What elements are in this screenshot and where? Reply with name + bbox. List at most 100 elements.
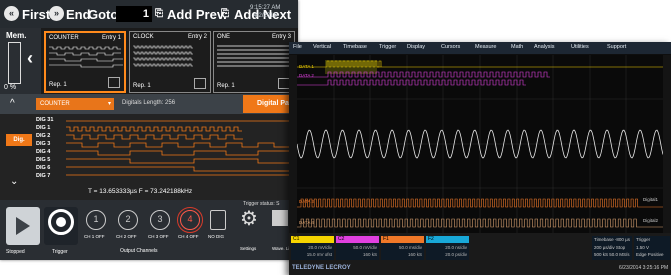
entry-index: Entry 1 bbox=[101, 35, 121, 41]
gear-icon[interactable]: ⚙ bbox=[240, 206, 258, 231]
timebase-value: 500 kS 50.0 MS/s bbox=[594, 252, 630, 257]
trace-label: DATA 1 bbox=[299, 64, 314, 69]
ch3-caption: CH 3 OFF bbox=[148, 234, 169, 239]
first-icon[interactable]: « bbox=[4, 6, 19, 21]
memory-title: Mem. bbox=[6, 31, 27, 40]
channel-box-c2[interactable]: C2 50.0 mV/div 160 kS bbox=[336, 236, 379, 260]
clock: 9:15:27 AM 4/2/2016 bbox=[250, 4, 280, 20]
channel-box-f2[interactable]: F2 20.0 ns/div 20.0 ps/div bbox=[426, 236, 469, 260]
goto-input[interactable]: 1 bbox=[116, 6, 152, 22]
menu-analysis[interactable]: Analysis bbox=[534, 44, 554, 50]
no-dig-caption: NO DIG bbox=[208, 234, 225, 239]
pattern-select[interactable]: COUNTER ▾ bbox=[36, 98, 114, 110]
status-bar: Trigger status: S 1 2 3 4 ⚙ CH 1 OFF CH … bbox=[0, 200, 298, 260]
channel-box-f1[interactable]: F1 50.0 ms/div 160 kS bbox=[381, 236, 424, 260]
scope-menu-bar: File Vertical Timebase Trigger Display C… bbox=[289, 42, 671, 54]
channel-box-c1[interactable]: C1 20.0 mV/div 15.0 mV ofst bbox=[291, 236, 334, 260]
channel-label: DIG 1 bbox=[36, 125, 51, 131]
channel-box-value: 50.0 mV/div bbox=[353, 245, 377, 250]
menu-utilities[interactable]: Utilities bbox=[571, 44, 589, 50]
ch1-button[interactable]: 1 bbox=[86, 210, 106, 230]
no-dig-button[interactable] bbox=[210, 210, 226, 230]
memory-bar bbox=[8, 42, 21, 84]
channel-box-value: 160 kS bbox=[362, 252, 377, 257]
entry-rep: Rep. 1 bbox=[49, 82, 67, 88]
channel-box-value: 20.0 mV/div bbox=[308, 245, 332, 250]
clock-time: 9:15:27 AM bbox=[250, 5, 281, 11]
teledyne-logo: TELEDYNE LECROY bbox=[292, 265, 351, 271]
menu-display[interactable]: Display bbox=[407, 44, 425, 50]
entry-counter[interactable]: COUNTER Entry 1 Rep. 1 bbox=[44, 31, 126, 93]
period-frequency-readout: T = 13.653333µs F = 73.242188kHz bbox=[88, 188, 193, 195]
entry-name: ONE bbox=[217, 34, 231, 40]
channel-box-header: C1 bbox=[291, 236, 334, 243]
entry-clock[interactable]: CLOCK Entry 2 Rep. 1 bbox=[129, 31, 211, 93]
add-next-icon[interactable]: ⎘ bbox=[221, 8, 229, 19]
entry-checkbox[interactable] bbox=[108, 77, 120, 88]
chevron-down-icon[interactable]: ⌄ bbox=[10, 176, 18, 187]
menu-timebase[interactable]: Timebase bbox=[343, 44, 367, 50]
add-prev-icon[interactable]: ⎘ bbox=[155, 8, 163, 19]
entry-index: Entry 3 bbox=[271, 34, 291, 40]
trigger-box[interactable]: Trigger 1.50 V Edge Positive bbox=[634, 236, 670, 260]
chevron-down-icon: ▾ bbox=[107, 101, 111, 107]
channel-box-header: F1 bbox=[381, 236, 424, 243]
settings-caption: Settings bbox=[240, 246, 257, 251]
counter-thumbnail bbox=[49, 46, 123, 68]
clock-thumbnail bbox=[133, 45, 193, 67]
menu-vertical[interactable]: Vertical bbox=[313, 44, 331, 50]
trace-label: DATA 4 bbox=[299, 220, 314, 225]
waveform-panel: Dig. DIG 31 DIG 1 DIG 2 DIG 3 DIG 4 DIG … bbox=[0, 114, 298, 200]
channel-label: DIG 6 bbox=[36, 165, 51, 171]
scope-footer: C1 20.0 mV/div 15.0 mV ofst C2 50.0 mV/d… bbox=[289, 233, 671, 275]
add-prev-button[interactable]: Add Prev. bbox=[167, 7, 227, 22]
ch4-button[interactable]: 4 bbox=[177, 207, 203, 233]
menu-measure[interactable]: Measure bbox=[475, 44, 496, 50]
ch1-caption: CH 1 OFF bbox=[84, 234, 105, 239]
end-icon[interactable]: » bbox=[49, 6, 64, 21]
channel-label: DIG 31 bbox=[36, 117, 54, 123]
first-button[interactable]: First bbox=[22, 7, 50, 22]
chevron-up-icon[interactable]: ^ bbox=[10, 98, 15, 109]
left-margin bbox=[289, 55, 297, 233]
timebase-value: 200 µs/div Stop bbox=[594, 245, 626, 250]
parameter-bar: ^ COUNTER ▾ Digitals Length: 256 Digital… bbox=[0, 94, 298, 114]
trigger-button[interactable] bbox=[44, 207, 78, 245]
ch3-button[interactable]: 3 bbox=[150, 210, 170, 230]
right-trace-label: Digital2 bbox=[643, 218, 659, 223]
trigger-caption: Trigger bbox=[52, 249, 68, 255]
digitals-length: Digitals Length: 256 bbox=[122, 100, 176, 106]
dig-button[interactable]: Dig. bbox=[6, 134, 32, 146]
entry-index: Entry 2 bbox=[187, 34, 207, 40]
channel-label: DIG 7 bbox=[36, 173, 51, 179]
play-button[interactable] bbox=[6, 207, 40, 245]
scope-traces bbox=[297, 55, 663, 233]
channel-box-header: C2 bbox=[336, 236, 379, 243]
memory-percent: 0 % bbox=[4, 84, 17, 91]
channel-box-value: 20.0 ps/div bbox=[445, 252, 467, 257]
trigger-icon bbox=[48, 209, 74, 235]
oscilloscope-window: File Vertical Timebase Trigger Display C… bbox=[289, 42, 671, 275]
entry-one[interactable]: ONE Entry 3 Rep. 1 bbox=[213, 31, 295, 93]
right-margin bbox=[663, 55, 671, 233]
pattern-toolbar: « First » End Goto 1 ⎘ Add Prev. ⎘ Add N… bbox=[0, 0, 298, 28]
one-thumbnail bbox=[217, 45, 291, 67]
menu-cursors[interactable]: Cursors bbox=[441, 44, 460, 50]
scope-date: 6/23/2014 3:25:16 PM bbox=[619, 265, 669, 271]
wave-library-icon[interactable] bbox=[272, 210, 288, 226]
channel-label: DIG 2 bbox=[36, 133, 51, 139]
entry-checkbox[interactable] bbox=[194, 78, 206, 89]
timebase-box[interactable]: Timebase -800 µs 200 µs/div Stop 500 kS … bbox=[592, 236, 632, 260]
menu-math[interactable]: Math bbox=[511, 44, 523, 50]
menu-support[interactable]: Support bbox=[607, 44, 626, 50]
pattern-generator-window: « First » End Goto 1 ⎘ Add Prev. ⎘ Add N… bbox=[0, 0, 298, 260]
end-button[interactable]: End bbox=[66, 7, 91, 22]
trace-label: DATA 3 bbox=[299, 199, 314, 204]
entry-rep: Rep. 1 bbox=[133, 83, 151, 89]
menu-trigger[interactable]: Trigger bbox=[379, 44, 396, 50]
ch2-button[interactable]: 2 bbox=[118, 210, 138, 230]
menu-file[interactable]: File bbox=[293, 44, 302, 50]
goto-label: Goto bbox=[88, 7, 119, 22]
pattern-select-value: COUNTER bbox=[40, 101, 70, 107]
chevron-left-icon[interactable]: ‹ bbox=[27, 48, 33, 69]
